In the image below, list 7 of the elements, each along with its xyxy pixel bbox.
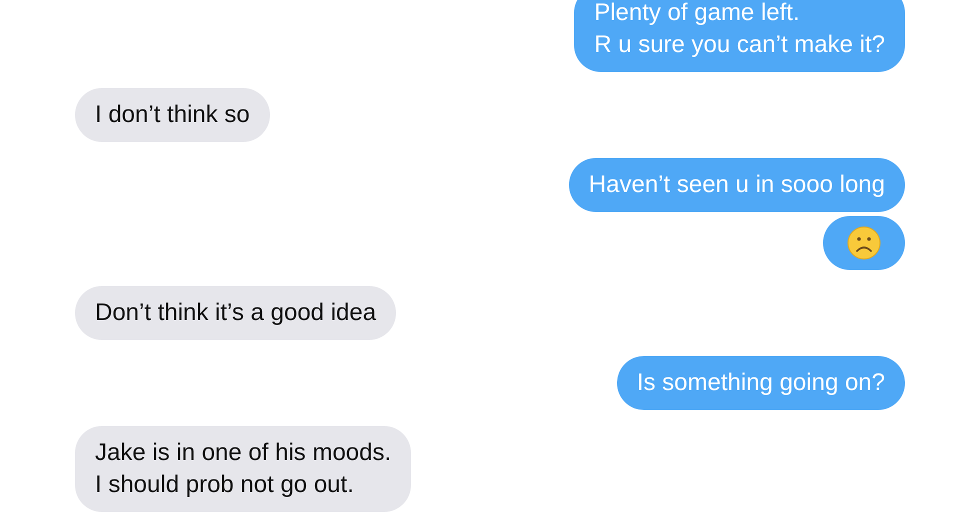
message-bubble: Don’t think it’s a good idea	[75, 286, 396, 340]
message-bubble: Jake is in one of his moods. I should prob not go out.	[75, 426, 412, 512]
sad-face-icon	[847, 226, 881, 260]
message-bubble: Is something going on?	[616, 356, 905, 410]
message-bubble: I don’t think so	[75, 88, 270, 142]
message-bubble: Haven’t seen u in sooo long	[568, 158, 905, 212]
message-bubble: Plenty of game left. R u sure you can’t make it?	[574, 0, 905, 72]
